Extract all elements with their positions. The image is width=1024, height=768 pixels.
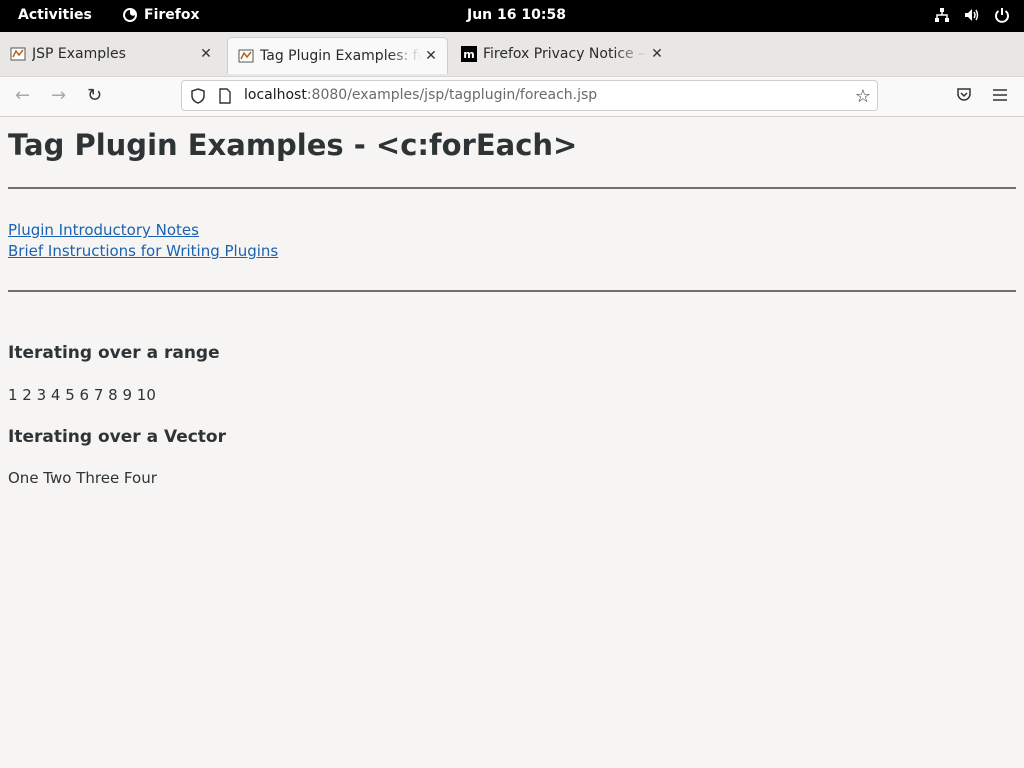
range-output: 1 2 3 4 5 6 7 8 9 10 xyxy=(8,386,156,404)
activities-button[interactable]: Activities xyxy=(18,7,92,23)
tracking-protection-shield-icon[interactable] xyxy=(190,88,206,104)
address-bar[interactable]: localhost:8080/examples/jsp/tagplugin/fo… xyxy=(181,80,878,111)
plugin-introductory-notes-link[interactable]: Plugin Introductory Notes xyxy=(8,221,199,239)
svg-text:m: m xyxy=(463,48,474,61)
tab-strip: JSP Examples ✕ Tag Plugin Examples: forE… xyxy=(0,32,1024,96)
bookmark-star-icon[interactable]: ☆ xyxy=(855,86,871,107)
back-arrow-icon[interactable]: ← xyxy=(15,87,30,105)
tab-firefox-privacy-notice[interactable]: m Firefox Privacy Notice — M ✕ xyxy=(451,37,673,71)
firefox-icon xyxy=(123,8,137,22)
url-path: :8080/examples/jsp/tagplugin/foreach.jsp xyxy=(306,87,598,103)
tab-title: JSP Examples xyxy=(32,46,126,62)
clock[interactable]: Jun 16 10:58 xyxy=(467,7,566,23)
system-tray[interactable] xyxy=(934,7,1010,23)
volume-icon xyxy=(965,9,979,21)
system-top-bar: Activities Firefox Jun 16 10:58 xyxy=(0,0,1024,32)
url-text: localhost:8080/examples/jsp/tagplugin/fo… xyxy=(244,87,597,103)
hamburger-menu-icon[interactable] xyxy=(991,86,1009,104)
divider xyxy=(8,187,1016,189)
tomcat-favicon-icon xyxy=(238,49,254,63)
close-tab-icon[interactable]: ✕ xyxy=(647,46,667,62)
close-tab-icon[interactable]: ✕ xyxy=(196,46,216,62)
close-tab-icon[interactable]: ✕ xyxy=(421,48,441,64)
section-heading-vector: Iterating over a Vector xyxy=(8,427,226,447)
vector-output: One Two Three Four xyxy=(8,469,157,487)
power-icon xyxy=(995,8,1009,23)
tab-title: Firefox Privacy Notice — M xyxy=(483,46,647,62)
divider xyxy=(8,290,1016,292)
mozilla-favicon-icon: m xyxy=(461,46,477,62)
page-info-icon[interactable] xyxy=(218,88,232,104)
brief-instructions-link[interactable]: Brief Instructions for Writing Plugins xyxy=(8,242,278,260)
tab-jsp-examples[interactable]: JSP Examples ✕ xyxy=(0,37,222,71)
url-host: localhost xyxy=(244,87,307,103)
navigation-toolbar: ← → ↻ localhost:8080/examples/jsp/tagplu… xyxy=(0,77,1024,117)
tomcat-favicon-icon xyxy=(10,47,26,61)
reload-icon[interactable]: ↻ xyxy=(87,87,102,105)
page-title: Tag Plugin Examples - <c:forEach> xyxy=(8,128,578,162)
tab-title: Tag Plugin Examples: forE xyxy=(260,48,421,64)
app-name: Firefox xyxy=(144,7,200,23)
section-heading-range: Iterating over a range xyxy=(8,343,220,363)
app-menu[interactable]: Firefox xyxy=(122,7,200,23)
tab-tag-plugin-examples[interactable]: Tag Plugin Examples: forE ✕ xyxy=(227,37,448,74)
forward-arrow-icon[interactable]: → xyxy=(51,87,66,105)
network-icon xyxy=(935,8,949,22)
pocket-icon[interactable] xyxy=(956,87,972,103)
